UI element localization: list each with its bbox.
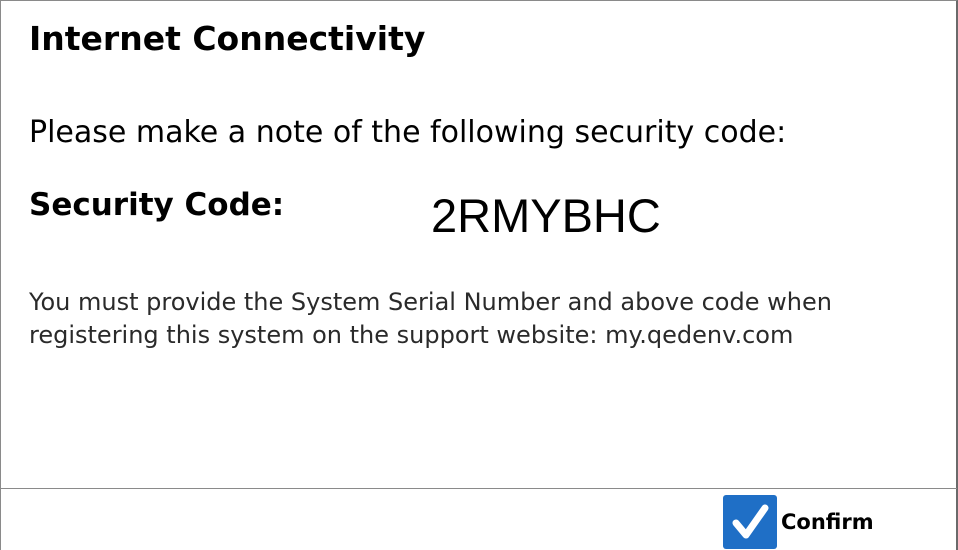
confirm-button[interactable]: Confirm	[723, 495, 874, 549]
checkmark-icon[interactable]	[723, 495, 777, 549]
security-code-value: 2RMYBHC	[431, 189, 661, 242]
registration-message: You must provide the System Serial Numbe…	[29, 288, 832, 349]
footer-divider	[1, 488, 957, 489]
confirm-label[interactable]: Confirm	[781, 510, 874, 534]
internet-connectivity-dialog: Internet Connectivity Please make a note…	[0, 0, 958, 550]
instruction-text: Please make a note of the following secu…	[29, 115, 787, 150]
dialog-title: Internet Connectivity	[29, 19, 426, 58]
security-code-label: Security Code:	[29, 187, 285, 223]
